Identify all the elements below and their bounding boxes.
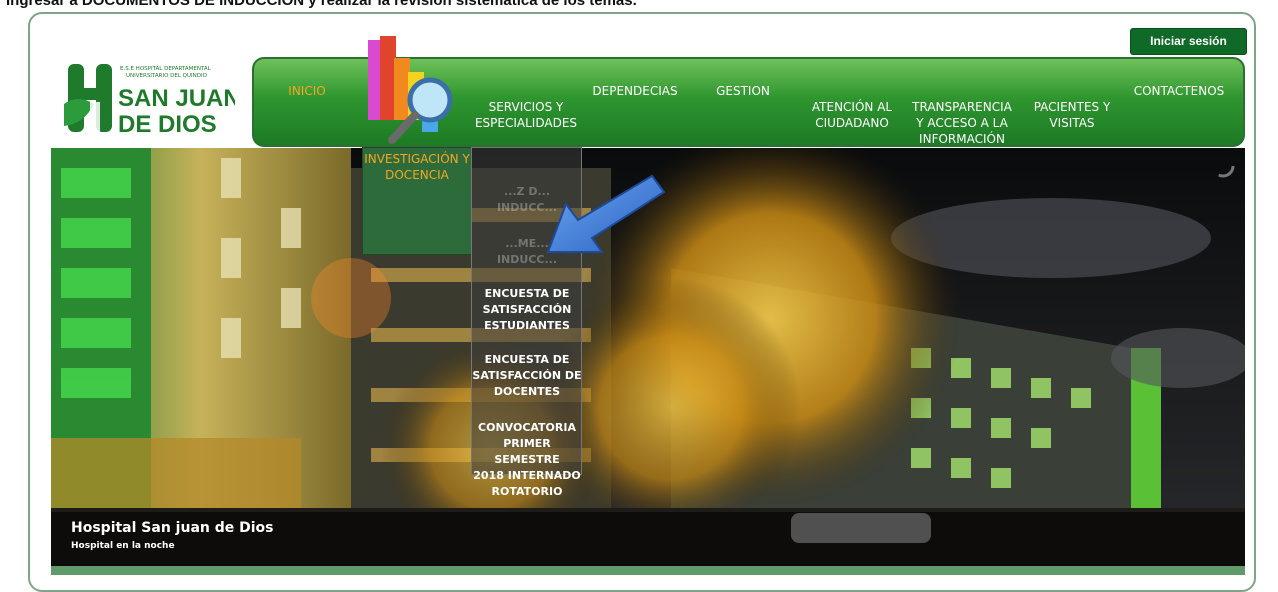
nav-item-gestion[interactable]: GESTION [710, 83, 776, 99]
submenu-label: CONVOCATORIA PRIMER SEMESTRE 2018 INTERN… [473, 421, 581, 498]
loading-spinner-icon [1211, 154, 1235, 178]
investigation-chart-icon[interactable] [360, 32, 458, 148]
nav-label: CONTACTENOS [1133, 84, 1225, 98]
caption-subtitle: Hospital en la noche [71, 541, 175, 551]
submenu-item-encuesta-docentes[interactable]: ENCUESTA DE SATISFACCIÓN DE DOCENTES [472, 336, 582, 400]
logo-line1: E.S.E HOSPITAL DEPARTAMENTAL [120, 66, 212, 72]
logo-line2: UNIVERSITARIO DEL QUINDIO [126, 73, 208, 79]
logo-name2: DE DIOS [118, 111, 217, 138]
hospital-logo[interactable]: E.S.E HOSPITAL DEPARTAMENTAL UNIVERSITAR… [60, 58, 235, 138]
pointer-arrow-icon [546, 174, 666, 253]
nav-label: TRANSPARENCIA Y ACCESO A LA INFORMACIÓN [912, 100, 1012, 146]
submenu-label: ENCUESTA DE SATISFACCIÓN DE DOCENTES [472, 353, 582, 398]
content-band [51, 566, 1245, 575]
nav-item-investigacion[interactable]: INVESTIGACIÓN Y DOCENCIA [362, 147, 472, 255]
nav-item-contactenos[interactable]: CONTACTENOS [1126, 83, 1232, 99]
logo-name1: SAN JUAN [118, 85, 235, 112]
nav-label: INICIO [288, 84, 326, 98]
nav-item-atencion[interactable]: ATENCIÓN AL CIUDADANO [804, 83, 900, 131]
nav-item-transparencia[interactable]: TRANSPARENCIA Y ACCESO A LA INFORMACIÓN [906, 83, 1018, 147]
submenu-label: ENCUESTA DE SATISFACCIÓN ESTUDIANTES [482, 287, 572, 332]
nav-label: DEPENDECIAS [592, 84, 678, 98]
nav-item-inicio[interactable]: INICIO [286, 83, 328, 99]
nav-item-servicios[interactable]: SERVICIOS Y ESPECIALIDADES [472, 83, 580, 131]
submenu-item-convocatoria[interactable]: CONVOCATORIA PRIMER SEMESTRE 2018 INTERN… [472, 404, 582, 500]
nav-label: PACIENTES Y VISITAS [1033, 100, 1111, 130]
nav-item-pacientes[interactable]: PACIENTES Y VISITAS [1026, 83, 1118, 131]
nav-label: SERVICIOS Y ESPECIALIDADES [474, 100, 578, 130]
nav-item-dependencias[interactable]: DEPENDECIAS [588, 83, 682, 99]
caption-title: Hospital San juan de Dios [71, 520, 274, 536]
nav-label: GESTION [716, 84, 770, 98]
nav-label: INVESTIGACIÓN Y DOCENCIA [364, 152, 470, 182]
instruction-text: Ingresar a DOCUMENTOS DE INDUCCIÓN y rea… [6, 0, 637, 9]
submenu-item-encuesta-estudiantes[interactable]: ENCUESTA DE SATISFACCIÓN ESTUDIANTES [472, 270, 582, 334]
login-button[interactable]: Iniciar sesión [1130, 28, 1247, 55]
nav-label: ATENCIÓN AL CIUDADANO [811, 100, 893, 130]
